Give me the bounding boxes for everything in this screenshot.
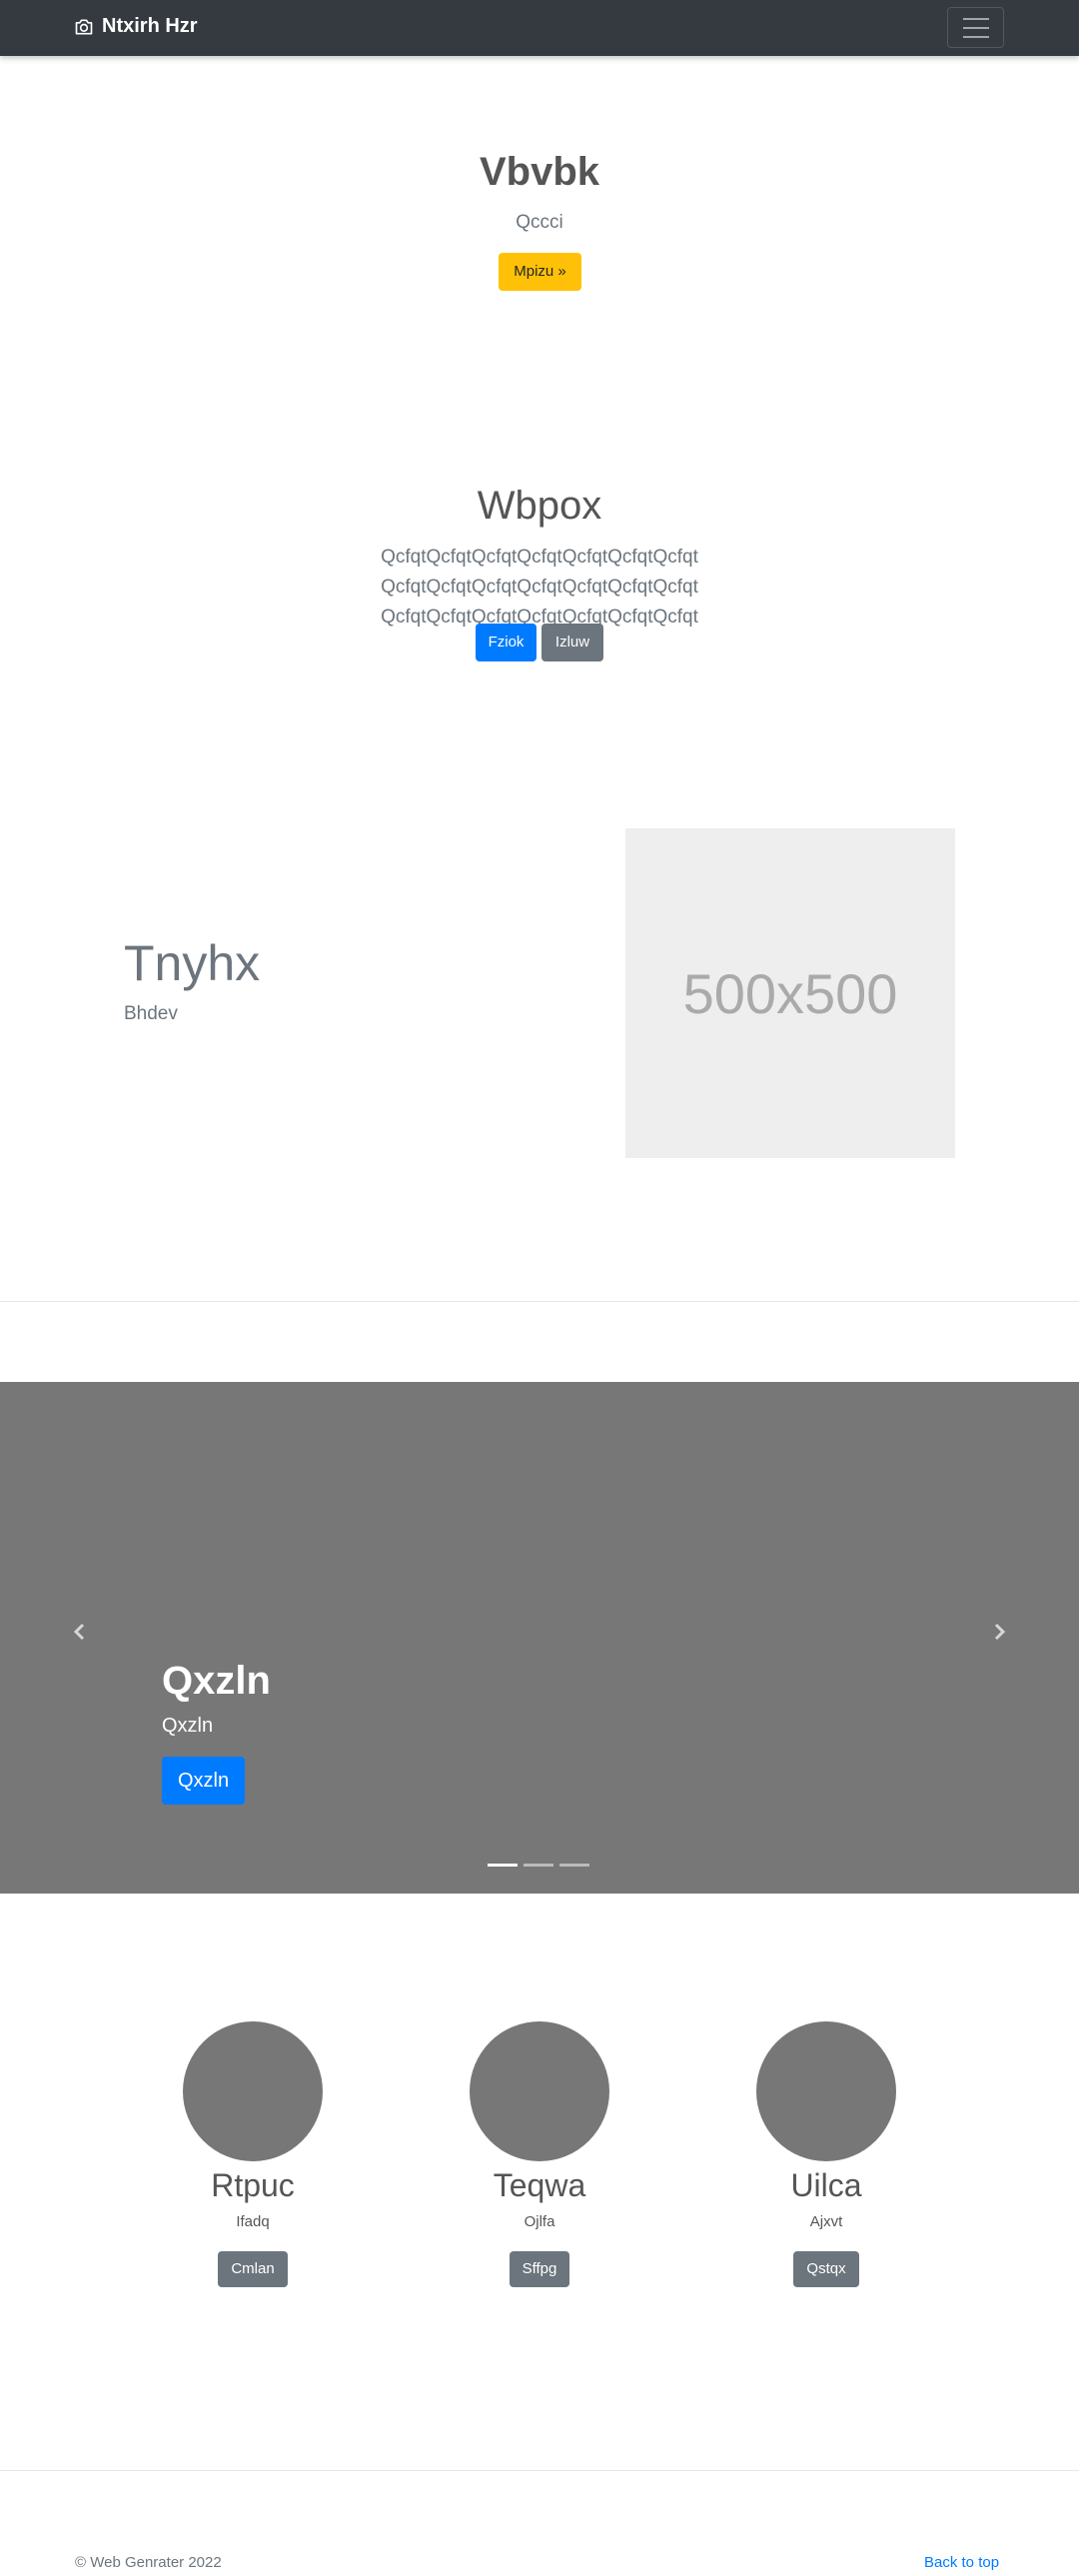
feature-image-placeholder: 500x500 — [625, 828, 955, 1158]
team-member-card: Rtpuc Ifadq Cmlan — [153, 2021, 353, 2287]
feature-title: Tnyhx — [124, 935, 261, 991]
section-text: QcfqtQcfqtQcfqtQcfqtQcfqtQcfqtQcfqt Qcfq… — [381, 547, 698, 628]
primary-button[interactable]: Fziok — [476, 624, 537, 661]
carousel-indicator[interactable] — [524, 1864, 553, 1867]
member-role: Ajxvt — [809, 2213, 843, 2230]
member-button[interactable]: Cmlan — [218, 2251, 288, 2287]
team-member-card: Uilca Ajxvt Qstqx — [726, 2021, 926, 2287]
section-divider — [0, 1301, 1079, 1302]
member-role: Ifadq — [236, 2213, 270, 2230]
hero-title: Vbvbk — [479, 150, 600, 194]
footer-divider — [0, 2470, 1079, 2471]
back-to-top-link[interactable]: Back to top — [924, 2554, 999, 2571]
member-name: Uilca — [790, 2167, 862, 2203]
footer-copyright: © Web Genrater 2022 — [75, 2554, 222, 2571]
navbar-brand[interactable]: Ntxirh Hzr — [74, 15, 198, 38]
navbar: Ntxirh Hzr — [0, 0, 1079, 56]
member-role: Ojlfa — [524, 2213, 555, 2230]
secondary-button[interactable]: Izluw — [541, 624, 603, 661]
member-name: Rtpuc — [211, 2167, 295, 2203]
carousel-caption-text: Qxzln — [162, 1715, 214, 1737]
carousel-indicator[interactable] — [488, 1864, 518, 1867]
member-button[interactable]: Qstqx — [793, 2251, 859, 2287]
chevron-right-icon[interactable] — [989, 1622, 1009, 1642]
avatar — [183, 2021, 323, 2161]
avatar — [756, 2021, 896, 2161]
section-title: Wbpox — [477, 484, 602, 528]
placeholder-label: 500x500 — [682, 961, 898, 1025]
team-member-card: Teqwa Ojlfa Sffpg — [440, 2021, 639, 2287]
hero-subtitle: Qccci — [516, 212, 563, 233]
hamburger-menu-icon — [962, 17, 989, 20]
carousel-indicators — [488, 1864, 589, 1867]
carousel-caption-title: Qxzln — [162, 1659, 271, 1703]
chevron-left-icon[interactable] — [70, 1622, 90, 1642]
carousel: Qxzln Qxzln Qxzln — [0, 1382, 1079, 1894]
feature-subtitle: Bhdev — [124, 1003, 178, 1024]
navbar-toggler-button[interactable] — [947, 7, 1004, 48]
carousel-cta-button[interactable]: Qxzln — [162, 1757, 245, 1805]
avatar — [470, 2021, 609, 2161]
brand-label: Ntxirh Hzr — [102, 15, 198, 37]
camera-icon — [75, 19, 93, 35]
carousel-indicator[interactable] — [559, 1864, 589, 1867]
member-button[interactable]: Sffpg — [509, 2251, 570, 2287]
member-name: Teqwa — [493, 2167, 586, 2203]
hero-cta-button[interactable]: Mpizu » — [499, 253, 581, 291]
